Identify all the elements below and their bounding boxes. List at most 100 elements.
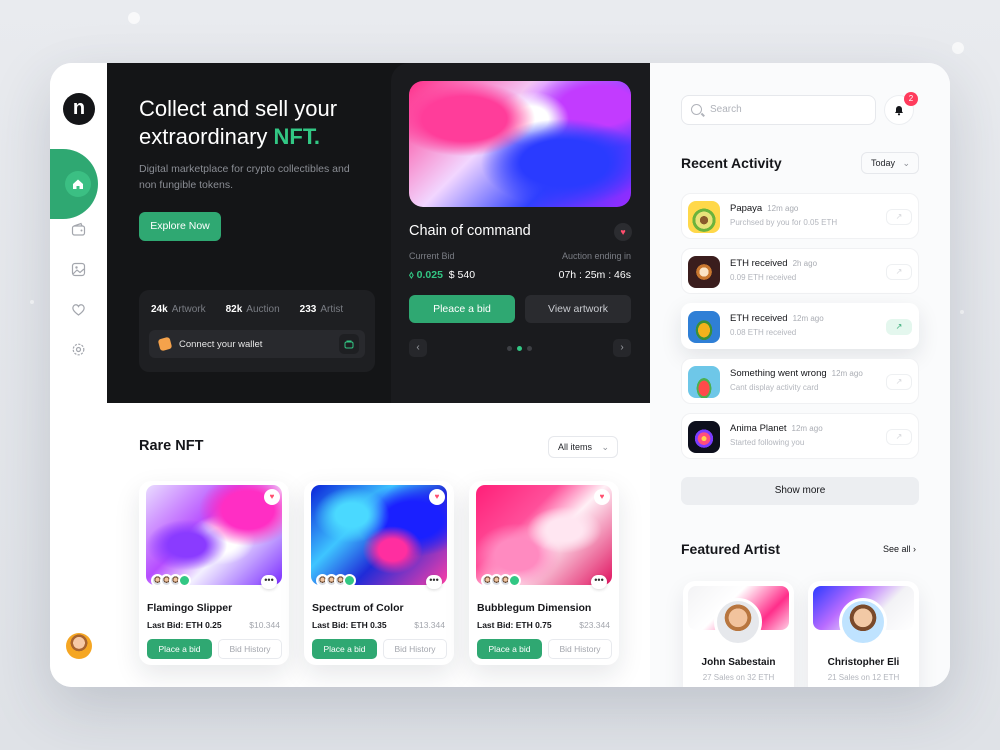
bid-history-button[interactable]: Bid History (548, 639, 612, 659)
more-options-icon[interactable]: ••• (261, 575, 277, 589)
brand-logo[interactable]: n (63, 93, 95, 125)
artist-avatar (714, 598, 762, 646)
artist-sales: 21 Sales on 12 ETH (827, 673, 900, 682)
featured-nft-title: Chain of command (409, 223, 531, 239)
see-all-link[interactable]: See all › (883, 544, 916, 554)
trend-up-icon[interactable]: ↗ (886, 319, 912, 335)
favorite-heart-icon[interactable]: ♥ (429, 489, 445, 505)
view-artwork-button[interactable]: View artwork (525, 295, 631, 323)
activity-subtitle: 0.09 ETH received (730, 273, 797, 282)
nft-last-bid: Last Bid: ETH 0.25 (147, 620, 222, 630)
activity-title: ETH received 2h ago (730, 258, 818, 269)
items-filter-value: All items (558, 442, 593, 452)
recent-activity-title: Recent Activity (681, 155, 782, 171)
current-bid-value: ⬨ 0.025 $ 540 (409, 269, 475, 282)
activity-title: Papaya 12m ago (730, 203, 799, 214)
place-bid-button[interactable]: Place a bid (147, 639, 212, 659)
owner-avatars (316, 574, 356, 587)
stat-auction: 82k Auction (225, 304, 280, 315)
chevron-left-icon[interactable]: ‹ (409, 339, 427, 357)
wallet-icon[interactable] (339, 334, 359, 354)
wallet-icon (71, 222, 86, 236)
trend-icon[interactable]: ↗ (886, 209, 912, 225)
sidebar-item-wallet[interactable] (50, 209, 107, 249)
notifications-button[interactable]: 2 (884, 92, 918, 125)
activity-item[interactable]: ETH received 12m ago 0.08 ETH received ↗ (681, 303, 919, 349)
featured-nft-image[interactable] (409, 81, 631, 207)
bid-history-button[interactable]: Bid History (383, 639, 447, 659)
nft-last-bid: Last Bid: ETH 0.35 (312, 620, 387, 630)
activity-item[interactable]: Papaya 12m ago Purchsed by you for 0.05 E… (681, 193, 919, 239)
place-bid-button[interactable]: Pleace a bid (409, 295, 515, 323)
chevron-right-icon[interactable]: › (613, 339, 631, 357)
favorite-heart-icon[interactable]: ♥ (614, 223, 632, 241)
watermelon-thumbnail (688, 366, 720, 398)
favorite-heart-icon[interactable]: ♥ (594, 489, 610, 505)
nft-image[interactable] (476, 485, 612, 585)
place-bid-button[interactable]: Place a bid (477, 639, 542, 659)
carousel-dot[interactable] (507, 346, 512, 351)
artist-name: Christopher Eli (827, 657, 900, 668)
activity-item[interactable]: Anima Planet 12m ago Started following yo… (681, 413, 919, 459)
carousel-dots (507, 346, 532, 351)
owner-avatars (151, 574, 191, 587)
search-icon (691, 104, 702, 115)
more-options-icon[interactable]: ••• (591, 575, 607, 589)
activity-title: ETH received 12m ago (730, 313, 824, 324)
chevron-right-icon: › (913, 544, 917, 554)
home-icon (65, 171, 91, 197)
nft-image[interactable] (146, 485, 282, 585)
chevron-down-icon: ⌄ (902, 158, 910, 168)
bid-history-button[interactable]: Bid History (218, 639, 282, 659)
carousel-dot[interactable] (527, 346, 532, 351)
heart-icon (72, 303, 85, 316)
place-bid-button[interactable]: Place a bid (312, 639, 377, 659)
nft-card[interactable]: ♥ ••• Bubblegum Dimension Last Bid: ETH … (469, 481, 619, 665)
app-window: n Collect and sell your extraordinary NF… (50, 63, 950, 687)
avatar[interactable] (66, 633, 92, 659)
connect-wallet-label: Connect your wallet (179, 338, 263, 350)
items-filter-select[interactable]: All items ⌄ (548, 436, 618, 458)
gear-icon (72, 343, 85, 355)
search-input[interactable]: Search (681, 95, 876, 125)
explore-now-button[interactable]: Explore Now (139, 212, 221, 241)
artist-card[interactable]: Christopher Eli 21 Sales on 12 ETH (808, 581, 919, 687)
nft-image[interactable] (311, 485, 447, 585)
trend-icon[interactable]: ↗ (886, 374, 912, 390)
nft-card[interactable]: ♥ ••• Flamingo Slipper Last Bid: ETH 0.2… (139, 481, 289, 665)
nft-card[interactable]: ♥ ••• Spectrum of Color Last Bid: ETH 0.… (304, 481, 454, 665)
sidebar-item-favorites[interactable] (50, 289, 107, 329)
cake-thumbnail (688, 256, 720, 288)
activity-title: Anima Planet 12m ago (730, 423, 823, 434)
artist-card[interactable]: John Sabestain 27 Sales on 32 ETH (683, 581, 794, 687)
sidebar-item-gallery[interactable] (50, 249, 107, 289)
activity-subtitle: Purchsed by you for 0.05 ETH (730, 218, 838, 227)
activity-item[interactable]: ETH received 2h ago 0.09 ETH received ↗ (681, 248, 919, 294)
pineapple-thumbnail (688, 311, 720, 343)
carousel-dot-active[interactable] (517, 346, 522, 351)
show-more-button[interactable]: Show more (681, 477, 919, 505)
ethereum-icon: ⬨ (409, 269, 414, 281)
favorite-heart-icon[interactable]: ♥ (264, 489, 280, 505)
hero-title-line1: Collect and sell your (139, 96, 338, 121)
search-placeholder: Search (710, 104, 742, 115)
bell-icon (895, 106, 903, 116)
trend-icon[interactable]: ↗ (886, 264, 912, 280)
nft-usd-value: $23.344 (579, 620, 610, 630)
usd-value: $ 540 (448, 269, 476, 281)
coral-thumbnail (688, 421, 720, 453)
eth-value: 0.025 (416, 269, 443, 281)
nft-usd-value: $10.344 (249, 620, 280, 630)
activity-item[interactable]: Something went wrong 12m ago Cant display… (681, 358, 919, 404)
right-panel: Search 2 Recent Activity Today ⌄ Papaya 1… (650, 63, 950, 687)
stat-artwork: 24k Artwork (151, 304, 206, 315)
sidebar-item-settings[interactable] (50, 329, 107, 369)
featured-nft-card: Chain of command ♥ Current Bid Auction e… (391, 63, 650, 403)
trend-icon[interactable]: ↗ (886, 429, 912, 445)
activity-period-value: Today (871, 158, 896, 168)
activity-period-select[interactable]: Today ⌄ (861, 152, 919, 174)
nft-name: Spectrum of Color (312, 602, 404, 614)
connect-wallet-button[interactable]: Connect your wallet (149, 330, 365, 358)
notification-count-badge: 2 (904, 92, 918, 106)
more-options-icon[interactable]: ••• (426, 575, 442, 589)
